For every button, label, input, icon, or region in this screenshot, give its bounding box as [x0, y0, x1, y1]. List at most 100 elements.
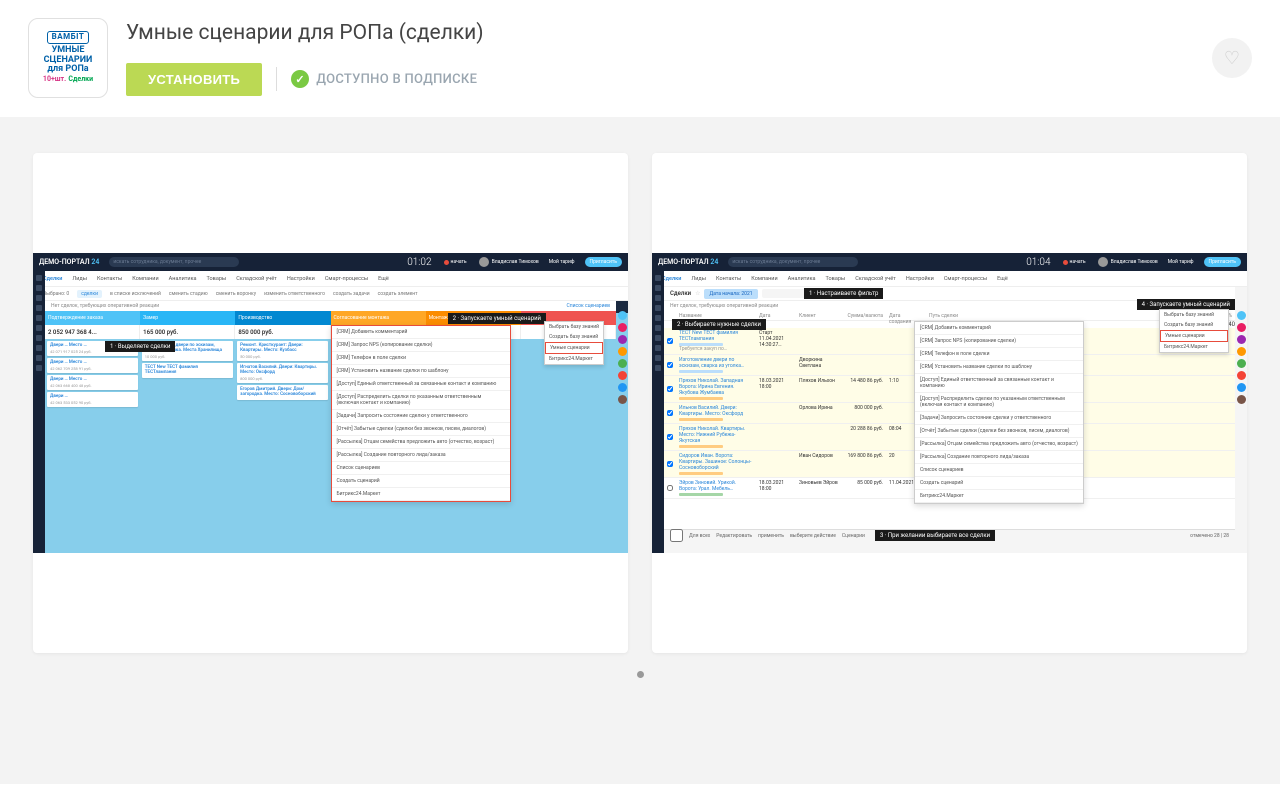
menu-item[interactable]: Лиды [72, 276, 87, 282]
row-checkbox[interactable] [667, 485, 673, 491]
dropdown-item[interactable]: [Отчёт] Забытые сделки (сделки без звонк… [332, 423, 510, 436]
menu-item[interactable]: Компании [751, 276, 777, 282]
dropdown-item[interactable]: Список сценариев [915, 464, 1083, 477]
kanban-card[interactable]: Егоров Дмитрий. Двери: Дом/загородка. Ме… [237, 385, 328, 400]
footer-action[interactable]: выберите действие [790, 533, 836, 539]
screenshot-card-1[interactable]: ДЕМО-ПОРТАЛ 24 искать сотрудника, докуме… [33, 153, 628, 653]
toolbar-item[interactable]: изменить ответственного [264, 291, 325, 297]
toolbar-item[interactable]: сделки [77, 290, 102, 298]
menu-item[interactable]: Смарт-процессы [944, 276, 987, 282]
dropdown-item[interactable]: [Рассылка] Создание повторного лида/зака… [332, 449, 510, 462]
menu-item[interactable]: Ещё [997, 276, 1008, 282]
menu-item[interactable]: Аналитика [788, 276, 816, 282]
row-checkbox[interactable] [667, 410, 673, 416]
dropdown-item[interactable]: [CRM] Телефон в поле сделки [332, 352, 510, 365]
record-button[interactable]: начать [1063, 259, 1086, 265]
dropdown-item[interactable]: Битрикс24.Маркет [1160, 342, 1228, 352]
scenario-dropdown[interactable]: [CRM] Добавить комментарий[CRM] Запрос N… [914, 321, 1084, 504]
dropdown-item[interactable]: Битрикс24.Маркет [332, 488, 510, 501]
toolbar-item[interactable]: создать элемент [378, 291, 418, 297]
scenario-small-menu[interactable]: Выбрать базу знанийСоздать базу знанийУм… [1159, 309, 1229, 353]
dropdown-item[interactable]: [Рассылка] Создание повторного лида/зака… [915, 451, 1083, 464]
dropdown-item[interactable]: Создать сценарий [915, 477, 1083, 490]
dropdown-item[interactable]: [Отчёт] Забытые сделки (сделки без звонк… [915, 425, 1083, 438]
footer-action[interactable]: применить [758, 533, 784, 539]
user-menu[interactable]: Владислав Тимохов [479, 257, 539, 267]
dropdown-item[interactable]: [Задачи] Запросить состояние сделки у от… [332, 410, 510, 423]
column-header[interactable]: Путь сделки [926, 311, 1185, 320]
kanban-stage-header[interactable]: Подтверждение заказа [45, 311, 140, 325]
dropdown-item[interactable]: [Доступ] Единый ответственный за связанн… [915, 374, 1083, 393]
menu-item[interactable]: Компании [132, 276, 158, 282]
invite-button[interactable]: Пригласить [585, 257, 623, 267]
menu-item[interactable]: Сделки [662, 276, 681, 282]
menu-item[interactable]: Сделки [43, 276, 62, 282]
install-button[interactable]: УСТАНОВИТЬ [126, 63, 262, 96]
scenario-small-menu[interactable]: Выбрать базу знанийСоздать базу знанийУм… [544, 321, 604, 365]
dropdown-item[interactable]: Список сценариев [332, 462, 510, 475]
kanban-card[interactable]: ТЕСТ New ТЕСТ фамилия ТЕСТлампания [142, 363, 233, 378]
dropdown-item[interactable]: [CRM] Запрос NPS (копирование сделки) [915, 335, 1083, 348]
tariff-link[interactable]: Мой тариф [1168, 259, 1194, 265]
screenshot-card-2[interactable]: ДЕМО-ПОРТАЛ 24 искать сотрудника, докуме… [652, 153, 1247, 653]
carousel-dot[interactable] [637, 671, 644, 678]
kanban-card[interactable]: Двери …42 063 533 052 90 руб. [47, 392, 138, 407]
dropdown-item[interactable]: [CRM] Добавить комментарий [332, 326, 510, 339]
dropdown-item[interactable]: [CRM] Запрос NPS (копирование сделки) [332, 339, 510, 352]
dropdown-item[interactable]: [CRM] Телефон в поле сделки [915, 348, 1083, 361]
row-checkbox[interactable] [667, 362, 673, 368]
menu-item[interactable]: Контакты [716, 276, 741, 282]
dropdown-item[interactable]: [Рассылка] Отцам семейства предложить ав… [915, 438, 1083, 451]
global-search[interactable]: искать сотрудника, документ, прочее [109, 257, 239, 267]
dropdown-item[interactable]: Выбрать базу знаний [545, 322, 603, 332]
row-checkbox[interactable] [667, 386, 673, 392]
kanban-card[interactable]: Игнатов Василий. Двери: Квартиры. Место:… [237, 363, 328, 383]
row-checkbox[interactable] [667, 338, 673, 344]
row-checkbox[interactable] [667, 434, 673, 440]
menu-item[interactable]: Лиды [691, 276, 706, 282]
dropdown-item[interactable]: [Доступ] Распределить сделки по указанны… [915, 393, 1083, 412]
kanban-stage-header[interactable]: Замер [140, 311, 235, 325]
dropdown-item[interactable]: Создать базу знаний [545, 332, 603, 342]
favorite-button[interactable]: ♡ [1212, 38, 1252, 78]
menu-item[interactable]: Товары [826, 276, 846, 282]
invite-button[interactable]: Пригласить [1204, 257, 1242, 267]
dropdown-item[interactable]: [CRM] Добавить комментарий [915, 322, 1083, 335]
tariff-link[interactable]: Мой тариф [549, 259, 575, 265]
dropdown-item[interactable]: Битрикс24.Маркет [915, 490, 1083, 503]
kanban-stage-header[interactable]: Согласование монтажа [331, 311, 426, 325]
menu-item[interactable]: Аналитика [169, 276, 197, 282]
select-all-checkbox[interactable] [670, 529, 683, 542]
menu-item[interactable]: Настройки [287, 276, 315, 282]
kanban-card[interactable]: Двери … Место …42 063 668 400 48 руб. [47, 375, 138, 390]
dropdown-item[interactable]: [CRM] Установить название сделки по шабл… [332, 365, 510, 378]
filter-pill[interactable]: Дата начала: 2021 [704, 289, 757, 299]
dropdown-item[interactable]: Умные сценарии [1160, 330, 1228, 342]
menu-item[interactable]: Контакты [97, 276, 122, 282]
dropdown-item[interactable]: Создать сценарий [332, 475, 510, 488]
menu-item[interactable]: Смарт-процессы [325, 276, 368, 282]
toolbar-item[interactable]: сменить стадию [169, 291, 208, 297]
dropdown-item[interactable]: [Рассылка] Отцам семейства предложить ав… [332, 436, 510, 449]
dropdown-item[interactable]: [Доступ] Распределить сделки по указанны… [332, 391, 510, 410]
kanban-card[interactable]: Двери … Место …42 062 709 258 91 руб. [47, 358, 138, 373]
row-checkbox[interactable] [667, 461, 673, 467]
dropdown-item[interactable]: Создать базу знаний [1160, 320, 1228, 330]
column-header[interactable]: Сумма/валюта [841, 311, 886, 320]
global-search[interactable]: искать сотрудника, документ, прочее [728, 257, 858, 267]
record-button[interactable]: начать [444, 259, 467, 265]
column-header[interactable]: Дата создания [886, 311, 926, 320]
dropdown-item[interactable]: [Доступ] Единый ответственный за связанн… [332, 378, 510, 391]
menu-item[interactable]: Складской учёт [236, 276, 277, 282]
dropdown-item[interactable]: Битрикс24.Маркет [545, 354, 603, 364]
footer-action[interactable]: Сценарии [842, 533, 865, 539]
dropdown-item[interactable]: Умные сценарии [545, 342, 603, 354]
user-menu[interactable]: Владислав Тимохов [1098, 257, 1158, 267]
kanban-card[interactable]: Ремонт. Кристкурант: Двери: Квартиры. Ме… [237, 341, 328, 361]
toolbar-item[interactable]: Выбрано: 0 [43, 291, 69, 297]
scenario-link[interactable]: Список сценариев [567, 303, 610, 309]
toolbar-item[interactable]: создать задачи [333, 291, 370, 297]
scenario-dropdown[interactable]: [CRM] Добавить комментарий[CRM] Запрос N… [331, 325, 511, 502]
toolbar-item[interactable]: сменить воронку [216, 291, 256, 297]
dropdown-item[interactable]: Выбрать базу знаний [1160, 310, 1228, 320]
